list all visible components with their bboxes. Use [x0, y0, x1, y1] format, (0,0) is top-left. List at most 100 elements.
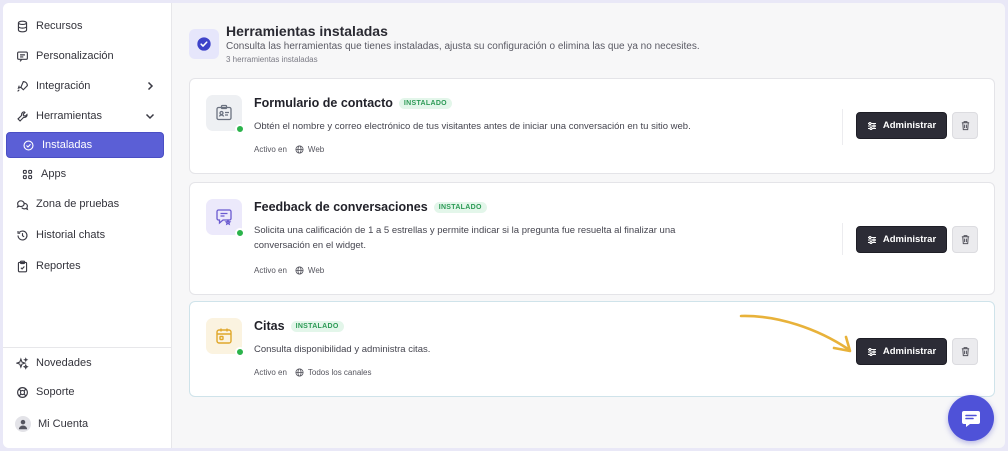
- active-on-label: Activo en: [254, 145, 287, 154]
- sidebar-item-apps[interactable]: Apps: [6, 161, 164, 187]
- trash-icon: [961, 235, 969, 245]
- sidebar-item-historial-chats[interactable]: Historial chats: [6, 222, 164, 248]
- tool-meta: Activo en Web: [254, 266, 324, 275]
- administrar-button[interactable]: Administrar: [856, 226, 947, 253]
- sidebar-item-label: Recursos: [36, 20, 83, 32]
- delete-button[interactable]: [952, 112, 978, 139]
- check-circle-icon: [21, 138, 35, 152]
- sidebar-item-personalizacion[interactable]: Personalización: [6, 43, 164, 69]
- tool-icon-box: [206, 95, 245, 134]
- tool-title: Citas: [254, 319, 285, 333]
- tool-meta: Activo en Todos los canales: [254, 368, 372, 377]
- globe-icon: [295, 368, 304, 377]
- sidebar-item-label: Novedades: [36, 357, 92, 369]
- chat-icon: [962, 411, 980, 427]
- sidebar-divider: [3, 347, 172, 348]
- database-icon: [15, 19, 29, 33]
- sidebar-item-recursos[interactable]: Recursos: [6, 13, 164, 39]
- button-label: Administrar: [882, 120, 937, 131]
- history-icon: [15, 228, 29, 242]
- sidebar-item-label: Reportes: [36, 260, 81, 272]
- sidebar-item-novedades[interactable]: Novedades: [6, 350, 164, 376]
- status-dot: [235, 228, 245, 238]
- status-badge: INSTALADO: [433, 202, 487, 214]
- contact-form-icon: [216, 104, 232, 121]
- status-badge: INSTALADO: [398, 98, 452, 110]
- sidebar-item-integracion[interactable]: Integración: [6, 73, 164, 99]
- trash-icon: [961, 347, 969, 357]
- check-badge-icon: [197, 37, 211, 51]
- channel-label: Web: [307, 145, 325, 154]
- avatar: [15, 416, 31, 432]
- page-title: Herramientas instaladas: [226, 23, 388, 39]
- app-window: Recursos Personalización Integración Her…: [3, 3, 1005, 448]
- tool-title-row: Feedback de conversaciones INSTALADO: [254, 200, 487, 214]
- status-dot: [235, 347, 245, 357]
- tool-title-row: Citas INSTALADO: [254, 319, 344, 333]
- grid-icon: [20, 167, 34, 181]
- vertical-divider: [842, 109, 843, 145]
- chat-bubbles-icon: [15, 197, 29, 211]
- active-on-label: Activo en: [254, 368, 287, 377]
- globe-icon: [295, 145, 304, 154]
- button-label: Administrar: [882, 346, 937, 357]
- chevron-right-icon: [147, 81, 154, 91]
- sidebar-item-label: Apps: [41, 168, 67, 180]
- sidebar-item-label: Instaladas: [42, 139, 93, 151]
- tool-title: Formulario de contacto: [254, 96, 393, 110]
- lifebuoy-icon: [15, 385, 29, 399]
- sidebar-item-herramientas[interactable]: Herramientas: [6, 103, 164, 129]
- sidebar-item-label: Integración: [36, 80, 91, 92]
- sidebar-item-label: Historial chats: [36, 229, 106, 241]
- tool-card-feedback-de-conversaciones: Feedback de conversaciones INSTALADO Soli…: [189, 182, 995, 295]
- tool-description: Obtén el nombre y correo electrónico de …: [254, 121, 691, 132]
- installed-count: 3 herramientas instaladas: [226, 55, 318, 64]
- page-description: Consulta las herramientas que tienes ins…: [226, 41, 700, 52]
- sliders-icon: [867, 347, 876, 356]
- channel-label: Todos los canales: [307, 368, 372, 377]
- main-content: Herramientas instaladas Consulta las her…: [173, 3, 1005, 448]
- button-label: Administrar: [882, 234, 937, 245]
- header-icon-box: [189, 29, 219, 59]
- globe-icon: [295, 266, 304, 275]
- sidebar-item-zona-de-pruebas[interactable]: Zona de pruebas: [6, 191, 164, 217]
- highlight-arrow-icon: [739, 314, 852, 353]
- sidebar-item-soporte[interactable]: Soporte: [6, 379, 164, 405]
- sidebar-item-mi-cuenta[interactable]: Mi Cuenta: [6, 411, 164, 437]
- sidebar-item-reportes[interactable]: Reportes: [6, 253, 164, 279]
- user-icon: [18, 419, 28, 430]
- delete-button[interactable]: [952, 226, 978, 253]
- tool-title-row: Formulario de contacto INSTALADO: [254, 96, 452, 110]
- chat-widget-button[interactable]: [948, 395, 994, 441]
- sliders-icon: [867, 235, 876, 244]
- feedback-icon: [216, 209, 232, 226]
- calendar-icon: [216, 328, 232, 344]
- administrar-button[interactable]: Administrar: [856, 338, 947, 365]
- rocket-icon: [15, 79, 29, 93]
- tool-description: Solicita una calificación de 1 a 5 estre…: [254, 225, 676, 251]
- vertical-divider: [842, 223, 843, 255]
- sidebar: Recursos Personalización Integración Her…: [3, 3, 172, 448]
- tool-icon-box: [206, 199, 245, 238]
- tool-card-formulario-de-contacto: Formulario de contacto INSTALADO Obtén el…: [189, 78, 995, 174]
- tool-title: Feedback de conversaciones: [254, 200, 428, 214]
- administrar-button[interactable]: Administrar: [856, 112, 947, 139]
- sidebar-item-label: Soporte: [36, 386, 75, 398]
- tool-meta: Activo en Web: [254, 145, 324, 154]
- sliders-icon: [867, 121, 876, 130]
- sparkles-icon: [15, 356, 29, 370]
- delete-button[interactable]: [952, 338, 978, 365]
- status-badge: INSTALADO: [290, 321, 344, 333]
- message-square-icon: [15, 49, 29, 63]
- sidebar-item-label: Zona de pruebas: [36, 198, 120, 210]
- channel-label: Web: [307, 266, 325, 275]
- sidebar-item-label: Personalización: [36, 50, 114, 62]
- trash-icon: [961, 121, 969, 131]
- tool-card-citas: Citas INSTALADO Consulta disponibilidad y…: [189, 301, 995, 397]
- active-on-label: Activo en: [254, 266, 287, 275]
- status-dot: [235, 124, 245, 134]
- chevron-down-icon: [145, 113, 155, 120]
- sidebar-item-label: Herramientas: [36, 110, 103, 122]
- sidebar-item-instaladas[interactable]: Instaladas: [6, 132, 164, 158]
- clipboard-icon: [15, 259, 29, 273]
